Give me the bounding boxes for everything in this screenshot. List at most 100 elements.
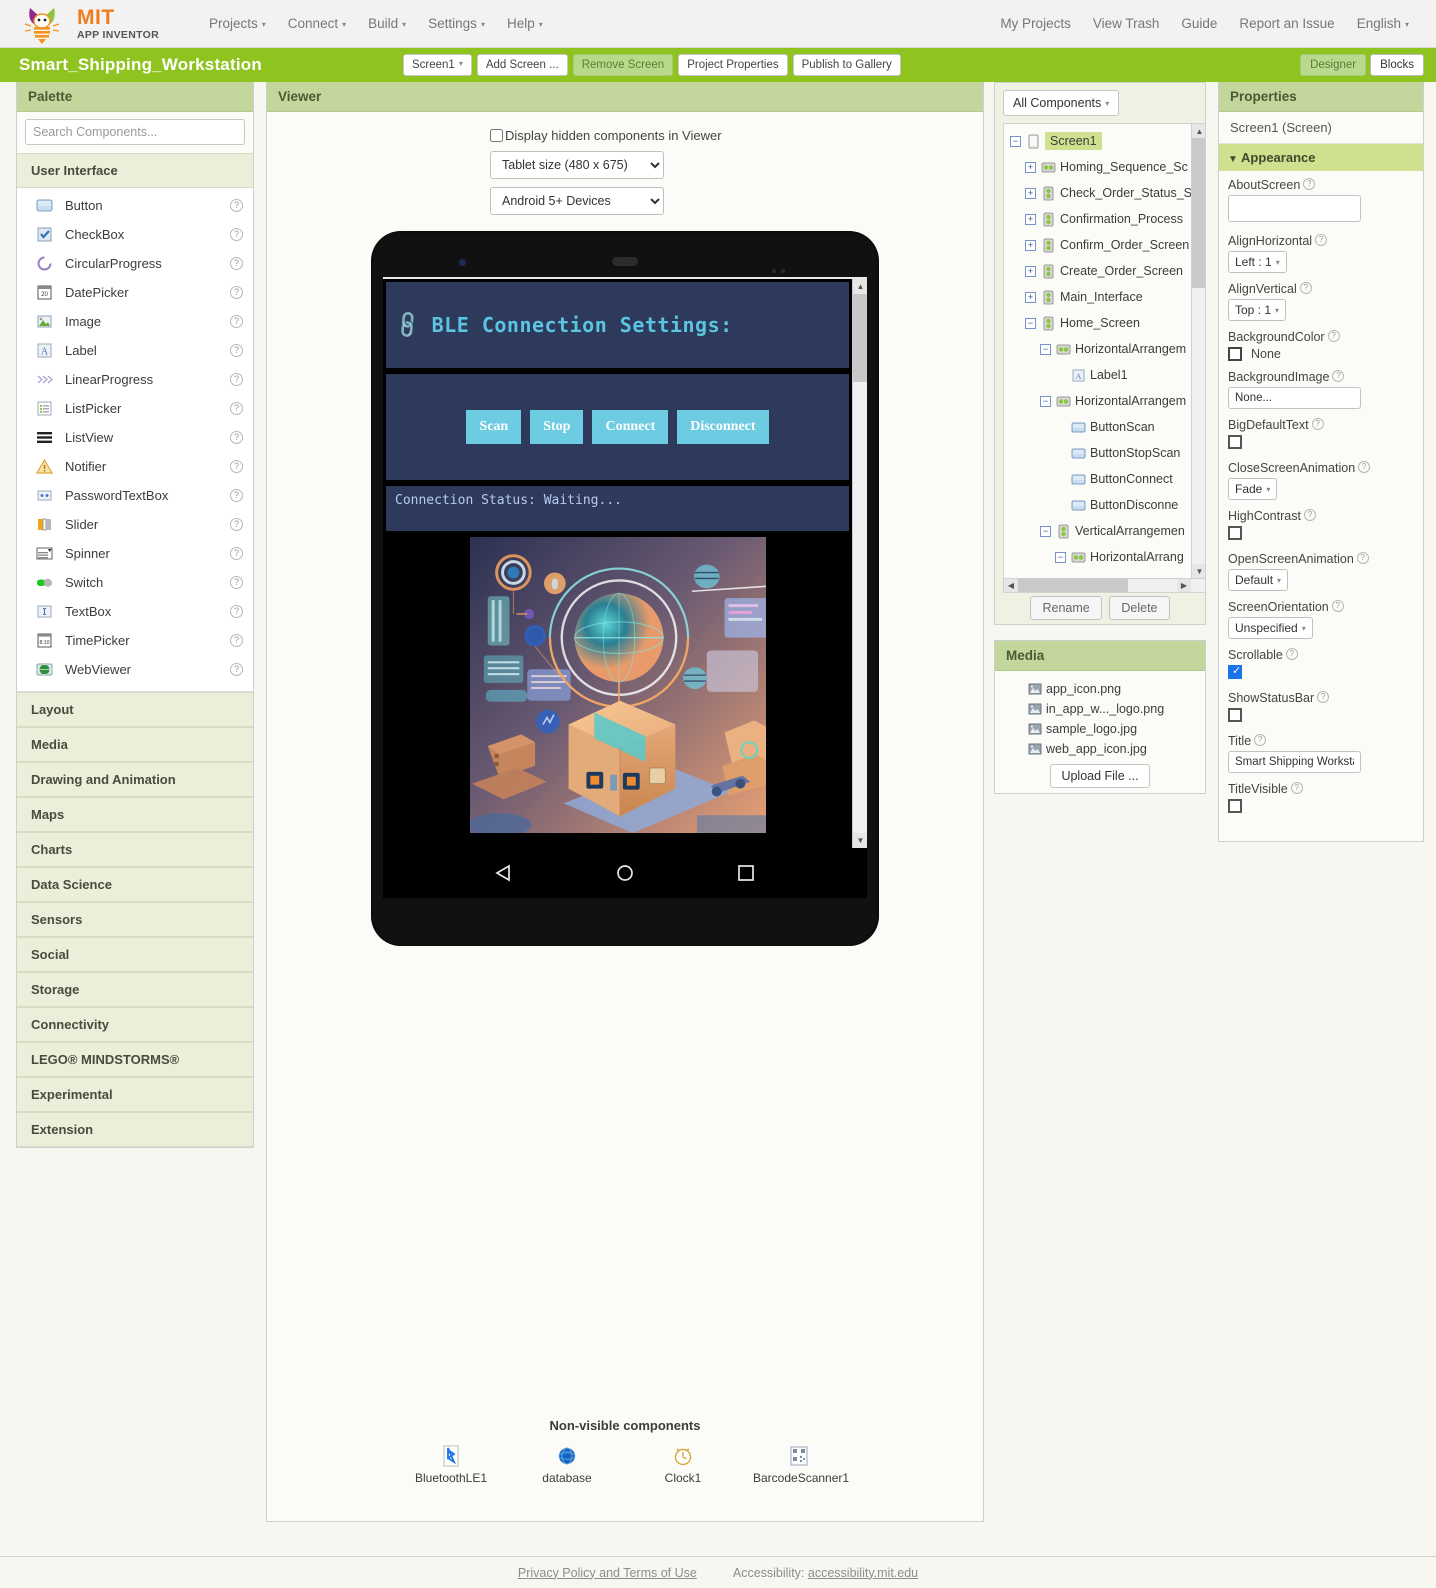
all-components-filter[interactable]: All Components ▾ bbox=[1003, 90, 1120, 116]
ble-status-arrangement[interactable]: Connection Status: Waiting... bbox=[386, 486, 849, 531]
add-screen-button[interactable]: Add Screen ... bbox=[476, 53, 568, 77]
help-icon[interactable]: ? bbox=[1303, 509, 1316, 521]
palette-item-image[interactable]: Image? bbox=[17, 307, 253, 336]
blocks-tab[interactable]: Blocks bbox=[1370, 54, 1424, 76]
help-icon[interactable]: ? bbox=[230, 576, 243, 589]
palette-category-maps[interactable]: Maps bbox=[17, 797, 253, 832]
screen-selector[interactable]: Screen1 ▾ bbox=[403, 53, 472, 77]
nav-item-projects[interactable]: Projects ▾ bbox=[198, 10, 277, 37]
tree-vscrollbar[interactable]: ▲ ▼ bbox=[1191, 124, 1205, 579]
media-file-item[interactable]: in_app_w..._logo.png bbox=[995, 699, 1205, 719]
property-select-alignvertical[interactable]: Top : 1 ▾ bbox=[1228, 299, 1287, 321]
help-icon[interactable]: ? bbox=[230, 431, 243, 444]
privacy-policy-link[interactable]: Privacy Policy and Terms of Use bbox=[518, 1566, 697, 1580]
help-icon[interactable]: ? bbox=[230, 315, 243, 328]
project-properties-button[interactable]: Project Properties bbox=[678, 53, 788, 77]
help-icon[interactable]: ? bbox=[1311, 418, 1324, 430]
non-visible-item-barcodescanner1[interactable]: BarcodeScanner1 bbox=[753, 1444, 849, 1485]
nav-item-my-projects[interactable]: My Projects bbox=[989, 10, 1082, 37]
palette-category-social[interactable]: Social bbox=[17, 937, 253, 972]
help-icon[interactable]: ? bbox=[1356, 552, 1369, 564]
help-icon[interactable]: ? bbox=[1299, 282, 1312, 294]
tree-node-confirmation-process[interactable]: + Confirmation_Process bbox=[1008, 206, 1205, 232]
palette-item-textbox[interactable]: TextBox? bbox=[17, 597, 253, 626]
palette-item-switch[interactable]: Switch? bbox=[17, 568, 253, 597]
palette-item-circularprogress[interactable]: CircularProgress? bbox=[17, 249, 253, 278]
app-inventor-logo[interactable]: MIT APP INVENTOR bbox=[24, 4, 164, 44]
help-icon[interactable]: ? bbox=[230, 489, 243, 502]
palette-category-lego-mindstorms[interactable]: LEGO® MINDSTORMS® bbox=[17, 1042, 253, 1077]
media-file-item[interactable]: web_app_icon.jpg bbox=[995, 739, 1205, 759]
help-icon[interactable]: ? bbox=[1254, 734, 1267, 746]
accessibility-link[interactable]: accessibility.mit.edu bbox=[808, 1566, 918, 1580]
palette-category-extension[interactable]: Extension bbox=[17, 1112, 253, 1147]
help-icon[interactable]: ? bbox=[230, 634, 243, 647]
palette-category-experimental[interactable]: Experimental bbox=[17, 1077, 253, 1112]
palette-category-sensors[interactable]: Sensors bbox=[17, 902, 253, 937]
property-color-swatch[interactable] bbox=[1228, 347, 1242, 361]
device-version-select[interactable]: Android 5+ Devices bbox=[490, 187, 664, 215]
designer-tab[interactable]: Designer bbox=[1300, 54, 1367, 76]
help-icon[interactable]: ? bbox=[230, 605, 243, 618]
palette-item-label[interactable]: A Label? bbox=[17, 336, 253, 365]
property-input-aboutscreen[interactable] bbox=[1228, 195, 1361, 222]
tree-vscroll-thumb[interactable] bbox=[1192, 138, 1205, 288]
non-visible-item-bluetoothle1[interactable]: BluetoothLE1 bbox=[405, 1444, 497, 1485]
nav-item-settings[interactable]: Settings ▾ bbox=[417, 10, 496, 37]
palette-category-layout[interactable]: Layout bbox=[17, 692, 253, 727]
tree-node-label1[interactable]: A Label1 bbox=[1008, 362, 1205, 388]
tree-node-screen1[interactable]: − Screen1 bbox=[1008, 128, 1205, 154]
palette-item-webviewer[interactable]: WebViewer? bbox=[17, 655, 253, 684]
palette-category-connectivity[interactable]: Connectivity bbox=[17, 1007, 253, 1042]
tree-expander-plus-icon[interactable]: + bbox=[1025, 239, 1036, 251]
publish-to-gallery-button[interactable]: Publish to Gallery bbox=[792, 53, 901, 77]
palette-item-datepicker[interactable]: 20 DatePicker? bbox=[17, 278, 253, 307]
tree-expander-plus-icon[interactable]: + bbox=[1025, 213, 1036, 225]
tree-node-horizontalarrangem[interactable]: − HorizontalArrangem bbox=[1008, 336, 1205, 362]
help-icon[interactable]: ? bbox=[1285, 648, 1298, 660]
tree-node-main-interface[interactable]: + Main_Interface bbox=[1008, 284, 1205, 310]
rename-button[interactable]: Rename bbox=[1030, 596, 1102, 620]
palette-item-timepicker[interactable]: 8:10 TimePicker? bbox=[17, 626, 253, 655]
ble-connect-button[interactable]: Connect bbox=[592, 410, 669, 444]
tree-expander-minus-icon[interactable]: − bbox=[1040, 343, 1051, 355]
property-input-title[interactable] bbox=[1228, 751, 1361, 773]
tree-node-buttonstopscan[interactable]: ButtonStopScan bbox=[1008, 440, 1205, 466]
help-icon[interactable]: ? bbox=[1303, 178, 1316, 190]
tree-expander-plus-icon[interactable]: + bbox=[1025, 291, 1036, 303]
property-checkbox-highcontrast[interactable] bbox=[1228, 526, 1242, 540]
tree-node-buttondisconne[interactable]: ButtonDisconne bbox=[1008, 492, 1205, 518]
nav-item-help[interactable]: Help ▾ bbox=[496, 10, 554, 37]
palette-item-listpicker[interactable]: ListPicker? bbox=[17, 394, 253, 423]
nav-item-report-an-issue[interactable]: Report an Issue bbox=[1228, 10, 1345, 37]
tree-hscroll-thumb[interactable] bbox=[1018, 579, 1128, 592]
non-visible-item-database[interactable]: database bbox=[521, 1444, 613, 1485]
tree-expander-minus-icon[interactable]: − bbox=[1025, 317, 1036, 329]
non-visible-item-clock1[interactable]: Clock1 bbox=[637, 1444, 729, 1485]
tree-expander-plus-icon[interactable]: + bbox=[1025, 187, 1036, 199]
help-icon[interactable]: ? bbox=[1315, 234, 1328, 246]
palette-category-drawing-and-animation[interactable]: Drawing and Animation bbox=[17, 762, 253, 797]
tree-node-buttonconnect[interactable]: ButtonConnect bbox=[1008, 466, 1205, 492]
palette-category-user-interface[interactable]: User Interface bbox=[17, 153, 253, 188]
help-icon[interactable]: ? bbox=[230, 344, 243, 357]
help-icon[interactable]: ? bbox=[230, 547, 243, 560]
tree-node-verticalarrangemen[interactable]: − VerticalArrangemen bbox=[1008, 518, 1205, 544]
scroll-thumb[interactable] bbox=[853, 294, 867, 382]
screen-scrollbar[interactable]: ▲ ▼ bbox=[852, 279, 867, 848]
nav-item-connect[interactable]: Connect ▾ bbox=[277, 10, 357, 37]
tree-scroll-up[interactable]: ▲ bbox=[1192, 124, 1205, 139]
back-triangle-icon[interactable] bbox=[493, 863, 515, 883]
palette-category-data-science[interactable]: Data Science bbox=[17, 867, 253, 902]
tree-node-horizontalarrangem[interactable]: − HorizontalArrangem bbox=[1008, 388, 1205, 414]
tree-scroll-left[interactable]: ◀ bbox=[1004, 579, 1018, 592]
help-icon[interactable]: ? bbox=[1358, 461, 1371, 473]
palette-item-notifier[interactable]: Notifier? bbox=[17, 452, 253, 481]
media-file-item[interactable]: app_icon.png bbox=[995, 679, 1205, 699]
tree-expander-minus-icon[interactable]: − bbox=[1040, 525, 1051, 537]
palette-category-storage[interactable]: Storage bbox=[17, 972, 253, 1007]
tree-scroll-right[interactable]: ▶ bbox=[1177, 579, 1191, 592]
property-select-openscreenanimation[interactable]: Default ▾ bbox=[1228, 569, 1289, 591]
ble-disconnect-button[interactable]: Disconnect bbox=[677, 410, 769, 444]
palette-item-checkbox[interactable]: CheckBox? bbox=[17, 220, 253, 249]
